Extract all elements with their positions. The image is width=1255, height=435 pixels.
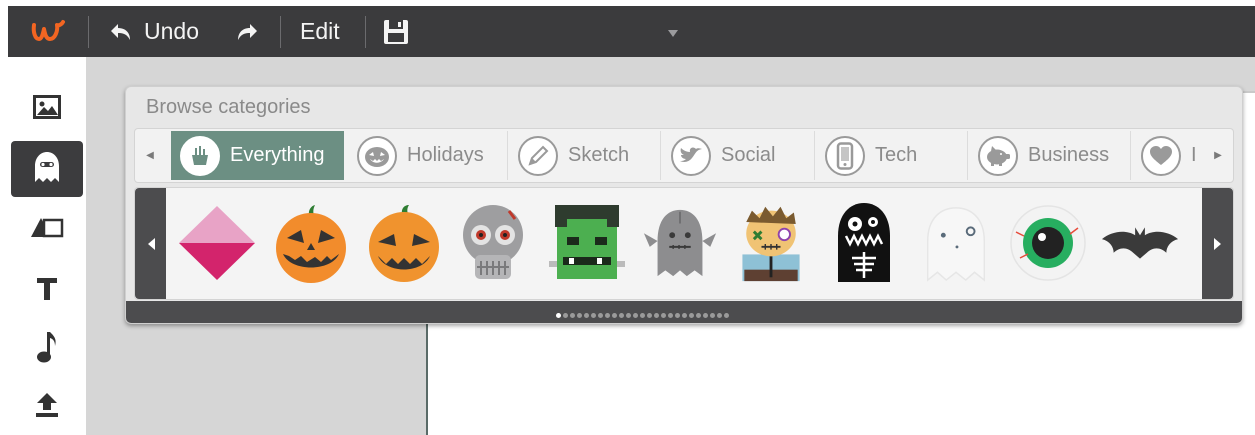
sticker-gray-ghost-monster[interactable]	[640, 200, 720, 286]
category-scroll-left[interactable]: ◀	[135, 129, 165, 182]
sticker-scroll-left[interactable]	[135, 188, 166, 299]
toolbar-divider	[365, 16, 366, 48]
sticker-skeleton-monster[interactable]	[824, 200, 904, 286]
panel-title: Browse categories	[146, 96, 311, 118]
page-dot[interactable]	[675, 313, 680, 318]
basket-icon	[180, 135, 220, 176]
page-dot[interactable]	[591, 313, 596, 318]
tab-social[interactable]: Social	[662, 131, 815, 180]
redo-button[interactable]	[235, 6, 259, 57]
sticker-bat[interactable]	[1100, 200, 1180, 286]
redo-arrow-icon	[235, 21, 259, 43]
sticker-eyeball[interactable]	[1008, 200, 1088, 286]
page-dot[interactable]	[682, 313, 687, 318]
sidebar-item-upload[interactable]	[11, 379, 83, 435]
sidebar-item-shapes[interactable]	[11, 201, 83, 257]
tab-sketch[interactable]: Sketch	[509, 131, 661, 180]
sticker-stitched-zombie[interactable]	[731, 200, 811, 286]
tab-label: Sketch	[568, 144, 630, 166]
floppy-disk-icon	[382, 18, 410, 46]
sticker-browser-panel: Browse categories ◀ Everything Holidays …	[125, 86, 1243, 324]
upload-icon	[33, 391, 61, 424]
page-dot[interactable]	[598, 313, 603, 318]
heart-icon	[1141, 135, 1181, 176]
pumpkin-icon	[357, 135, 397, 176]
music-note-icon	[36, 330, 58, 369]
bird-icon	[671, 135, 711, 176]
sticker-strip	[134, 187, 1234, 300]
pagination-bar	[126, 301, 1242, 323]
sticker-scroll-right[interactable]	[1202, 188, 1233, 299]
sidebar-item-text[interactable]	[11, 263, 83, 319]
sidebar-item-stickers[interactable]	[11, 141, 83, 197]
app-logo[interactable]	[30, 16, 68, 46]
ghost-icon	[31, 150, 63, 189]
page-dot[interactable]	[619, 313, 624, 318]
tab-label: Holidays	[407, 144, 484, 166]
undo-arrow-icon	[109, 21, 133, 43]
page-dot[interactable]	[584, 313, 589, 318]
page-dot[interactable]	[717, 313, 722, 318]
page-dot[interactable]	[647, 313, 652, 318]
edit-label: Edit	[300, 18, 340, 44]
tab-label: I	[1191, 144, 1197, 166]
top-toolbar: Undo Edit	[8, 6, 1255, 57]
sticker-frankenstein[interactable]	[547, 200, 627, 286]
sticker-pink-diamond[interactable]	[177, 200, 257, 286]
edit-button[interactable]: Edit	[300, 6, 340, 57]
sticker-zombie-skull[interactable]	[453, 200, 533, 286]
save-button[interactable]	[382, 6, 410, 57]
tab-label: Business	[1028, 144, 1110, 166]
tab-label: Tech	[875, 144, 918, 166]
tab-holidays[interactable]: Holidays	[348, 131, 508, 180]
image-icon	[33, 94, 61, 124]
sticker-jack-o-lantern-small[interactable]	[364, 200, 444, 286]
page-dot[interactable]	[696, 313, 701, 318]
tool-sidebar	[8, 57, 86, 435]
text-icon	[35, 276, 59, 307]
tab-label: Everything	[230, 144, 325, 166]
page-dot[interactable]	[710, 313, 715, 318]
page-dot[interactable]	[626, 313, 631, 318]
category-scroll-right[interactable]: ▶	[1203, 129, 1233, 182]
category-bar: ◀ Everything Holidays Sketch Social Tech…	[134, 128, 1234, 183]
page-dot[interactable]	[577, 313, 582, 318]
page-dot[interactable]	[605, 313, 610, 318]
page-dot[interactable]	[640, 313, 645, 318]
undo-button[interactable]: Undo	[109, 6, 199, 57]
tab-love[interactable]: I	[1132, 131, 1204, 180]
tab-tech[interactable]: Tech	[816, 131, 968, 180]
tab-business[interactable]: Business	[969, 131, 1131, 180]
sticker-white-ghost[interactable]	[916, 200, 996, 286]
page-dot[interactable]	[654, 313, 659, 318]
page-dot[interactable]	[556, 313, 561, 318]
page-dot[interactable]	[563, 313, 568, 318]
page-dot[interactable]	[668, 313, 673, 318]
caret-down-icon[interactable]	[668, 30, 678, 37]
page-dot[interactable]	[612, 313, 617, 318]
page-dot[interactable]	[633, 313, 638, 318]
toolbar-divider	[280, 16, 281, 48]
sticker-jack-o-lantern[interactable]	[271, 200, 351, 286]
phone-icon	[825, 135, 865, 176]
piggy-bank-icon	[978, 135, 1018, 176]
page-dot[interactable]	[689, 313, 694, 318]
tab-everything[interactable]: Everything	[171, 131, 344, 180]
tab-label: Social	[721, 144, 776, 166]
page-dot[interactable]	[661, 313, 666, 318]
toolbar-divider	[88, 16, 89, 48]
page-dot[interactable]	[724, 313, 729, 318]
pencil-icon	[518, 135, 558, 176]
undo-label: Undo	[144, 18, 199, 44]
page-dots	[556, 313, 729, 318]
page-dot[interactable]	[570, 313, 575, 318]
shapes-icon	[30, 215, 64, 244]
page-dot[interactable]	[703, 313, 708, 318]
sidebar-item-image[interactable]	[11, 81, 83, 137]
sidebar-item-music[interactable]	[11, 321, 83, 377]
